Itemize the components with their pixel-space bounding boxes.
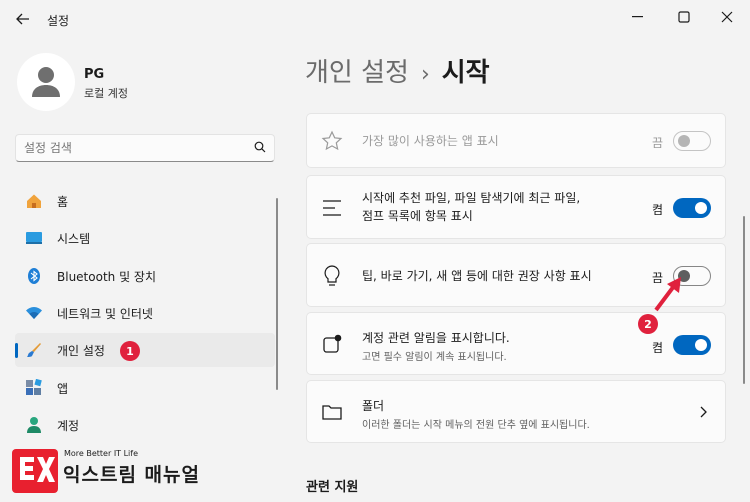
app-title: 설정	[47, 14, 70, 28]
sidebar-item-system[interactable]: 시스템	[15, 221, 275, 255]
setting-title: 팁, 바로 가기, 새 앱 등에 대한 권장 사항 표시	[362, 269, 592, 283]
wifi-icon	[26, 307, 42, 319]
sidebar-item-accounts[interactable]: 계정	[15, 408, 275, 442]
sidebar-scrollbar[interactable]	[276, 198, 278, 390]
sidebar-item-home[interactable]: 홈	[15, 184, 275, 218]
setting-title: 시작에 추천 파일, 파일 탐색기에 최근 파일,	[362, 191, 581, 205]
folder-icon	[322, 405, 342, 420]
toggle-knob	[695, 339, 707, 351]
personalization-brush-icon	[27, 343, 41, 357]
sidebar-item-label: 네트워크 및 인터넷	[57, 307, 153, 321]
maximize-icon	[678, 11, 690, 23]
breadcrumb-separator: ›	[420, 62, 430, 87]
search-icon	[254, 141, 266, 153]
sidebar-item-bluetooth[interactable]: Bluetooth 및 장치	[15, 259, 275, 293]
sidebar-item-label: Bluetooth 및 장치	[57, 270, 157, 284]
sidebar-item-label: 계정	[57, 419, 80, 433]
breadcrumb-parent[interactable]: 개인 설정	[305, 58, 409, 88]
minimize-icon	[632, 16, 643, 18]
setting-recommended-files: 시작에 추천 파일, 파일 탐색기에 최근 파일, 점프 목록에 항목 표시 켬	[306, 175, 726, 239]
watermark-tagline: More Better IT Life	[64, 449, 139, 458]
user-icon	[32, 67, 60, 97]
annotation-badge-1: 1	[120, 341, 140, 361]
avatar[interactable]	[17, 53, 75, 111]
sidebar-item-label: 개인 설정	[57, 344, 105, 358]
lightbulb-icon	[324, 265, 340, 286]
toggle-state-label: 끔	[651, 136, 663, 150]
setting-title-line2: 점프 목록에 항목 표시	[362, 209, 473, 223]
account-icon	[27, 417, 41, 433]
sidebar-item-apps[interactable]: 앱	[15, 371, 275, 405]
minimize-button[interactable]	[626, 8, 650, 26]
sidebar-item-network[interactable]: 네트워크 및 인터넷	[15, 296, 275, 330]
setting-title: 가장 많이 사용하는 앱 표시	[362, 134, 499, 148]
brand-logo-icon	[20, 457, 55, 482]
setting-most-used-apps: 가장 많이 사용하는 앱 표시 끔	[306, 113, 726, 168]
watermark-logo	[12, 449, 58, 493]
setting-subtitle: 고면 필수 알림이 계속 표시됩니다.	[362, 352, 507, 363]
system-icon	[26, 232, 42, 244]
bluetooth-icon	[28, 268, 40, 284]
sidebar-item-personalization[interactable]: 개인 설정	[15, 333, 275, 367]
related-support-heading: 관련 지원	[306, 480, 359, 495]
setting-folders[interactable]: 폴더 이러한 폴더는 시작 메뉴의 전원 단추 옆에 표시됩니다.	[306, 380, 726, 443]
toggle-state-label: 켬	[651, 203, 663, 217]
watermark-brand: 익스트림 매뉴얼	[63, 464, 200, 486]
setting-subtitle: 이러한 폴더는 시작 메뉴의 전원 단추 옆에 표시됩니다.	[362, 420, 590, 431]
back-button[interactable]	[10, 8, 36, 30]
toggle-state-label: 켬	[651, 341, 663, 355]
sidebar-item-label: 홈	[57, 195, 69, 209]
star-icon	[321, 130, 343, 151]
toggle-knob	[695, 202, 707, 214]
notification-icon	[323, 334, 342, 353]
chevron-right-icon	[700, 406, 707, 418]
page-title: 시작	[441, 58, 490, 88]
account-type: 로컬 계정	[84, 87, 128, 100]
list-icon	[323, 200, 341, 216]
setting-title: 계정 관련 알림을 표시합니다.	[362, 331, 510, 345]
settings-search[interactable]	[15, 134, 275, 162]
arrow-left-icon	[16, 13, 29, 25]
main-scrollbar[interactable]	[743, 216, 745, 384]
recommended-files-toggle[interactable]	[673, 198, 711, 218]
maximize-button[interactable]	[672, 8, 696, 26]
search-input[interactable]	[24, 139, 244, 157]
annotation-badge-2: 2	[638, 314, 658, 334]
sidebar-item-label: 시스템	[57, 232, 91, 246]
apps-icon	[26, 379, 42, 395]
sidebar-item-label: 앱	[57, 382, 69, 396]
close-button[interactable]	[715, 8, 739, 26]
most-used-apps-toggle[interactable]	[673, 131, 711, 151]
setting-title: 폴더	[362, 399, 385, 413]
setting-account-notifications: 계정 관련 알림을 표시합니다. 고면 필수 알림이 계속 표시됩니다. 켬	[306, 312, 726, 375]
close-icon	[721, 11, 733, 23]
annotation-arrow-icon	[654, 277, 681, 312]
account-notifications-toggle[interactable]	[673, 335, 711, 355]
user-name: PG	[84, 67, 105, 82]
toggle-knob	[678, 135, 690, 147]
home-icon	[27, 194, 41, 208]
active-indicator	[15, 343, 18, 358]
breadcrumb: 개인 설정 › 시작	[305, 52, 490, 89]
title-bar: 설정	[0, 0, 750, 36]
